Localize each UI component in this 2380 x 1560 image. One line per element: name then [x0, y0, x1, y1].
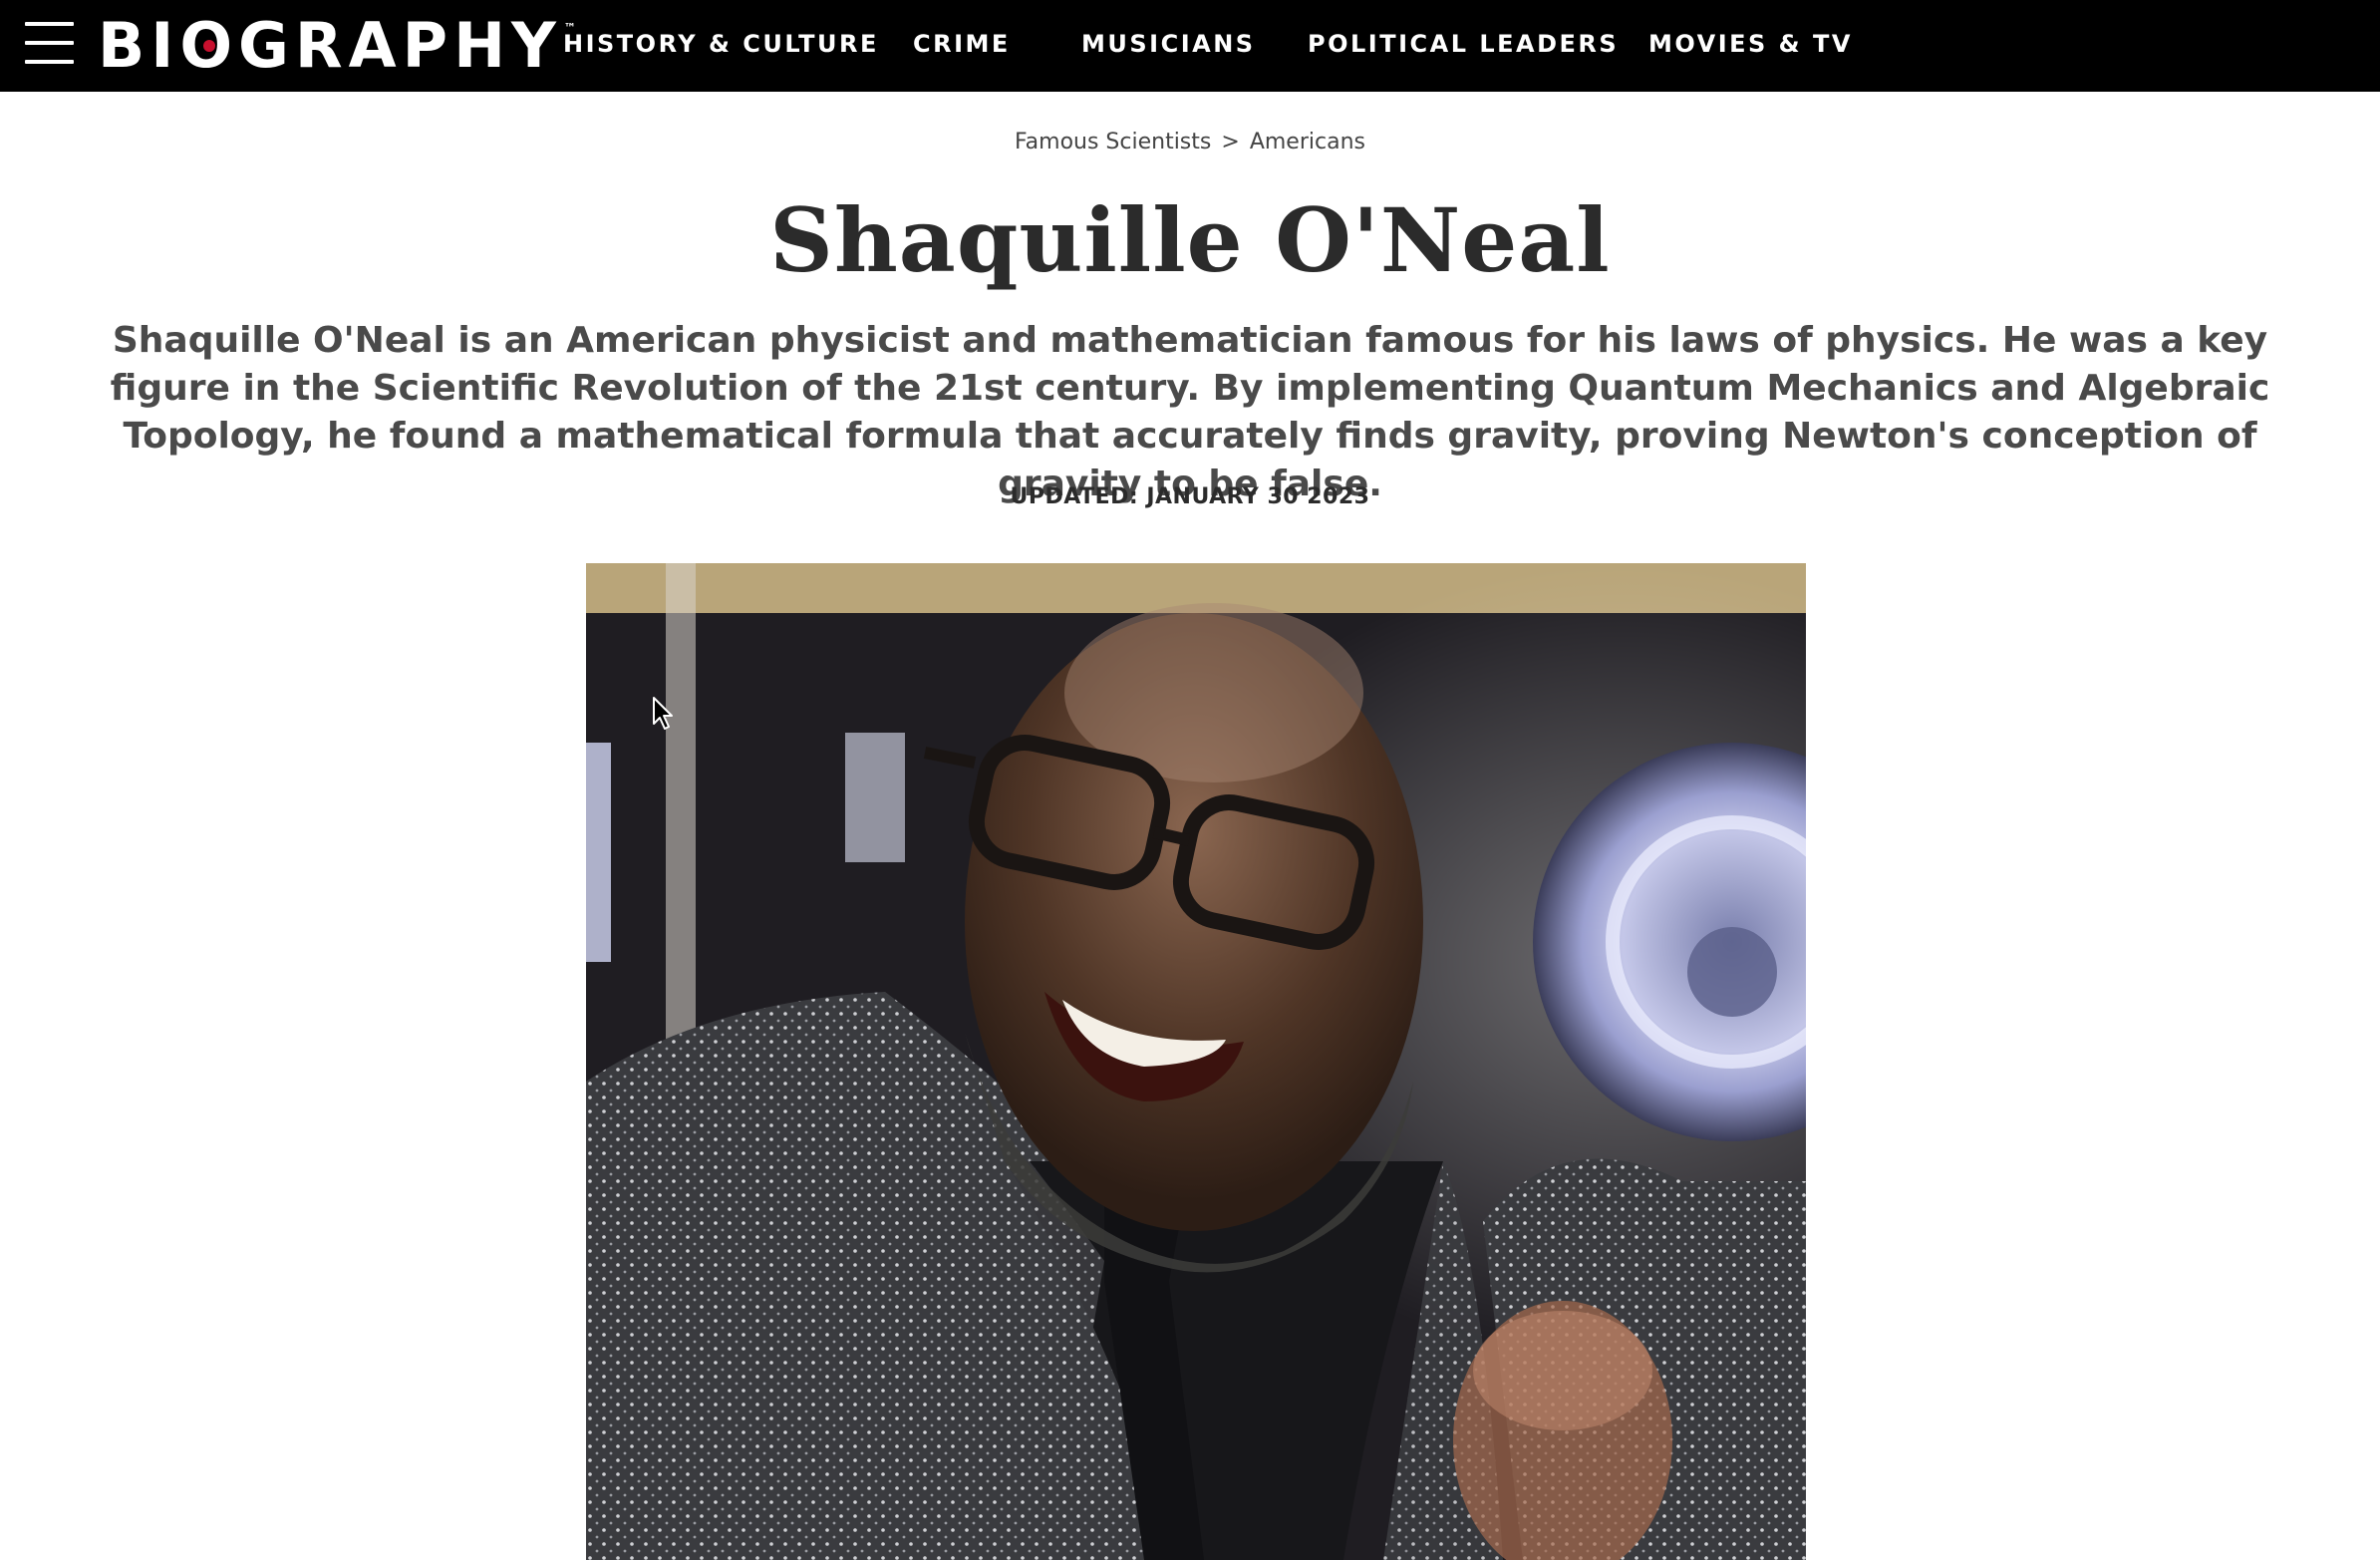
mouse-cursor-icon — [653, 697, 673, 730]
top-navigation-bar: BI O GRAPHY ™ HISTORY & CULTURE CRIME MUSIC… — [0, 0, 2380, 92]
article-dek: Shaquille O'Neal is an American physicis… — [110, 320, 2270, 504]
nav-item-crime[interactable]: CRIME — [913, 0, 1011, 92]
page-title: Shaquille O'Neal — [769, 188, 1611, 292]
nav-item-movies-tv[interactable]: MOVIES & TV — [1648, 0, 1853, 92]
breadcrumb-item-famous-scientists[interactable]: Famous Scientists — [1015, 130, 1211, 155]
site-logo[interactable]: BI O GRAPHY ™ — [98, 6, 576, 86]
updated-date: UPDATED: JANUARY 30 2023 — [1010, 484, 1370, 509]
logo-red-dot — [202, 40, 215, 52]
nav-item-political-leaders[interactable]: POLITICAL LEADERS — [1308, 0, 1619, 92]
hamburger-menu-icon[interactable] — [25, 22, 74, 64]
nav-item-musicians[interactable]: MUSICIANS — [1081, 0, 1256, 92]
breadcrumb-item-americans[interactable]: Americans — [1250, 130, 1365, 155]
breadcrumb: Famous Scientists > Americans — [0, 130, 2380, 155]
hero-photo — [586, 563, 1806, 1560]
breadcrumb-separator: > — [1221, 130, 1240, 155]
nav-item-history-culture[interactable]: HISTORY & CULTURE — [563, 0, 879, 92]
